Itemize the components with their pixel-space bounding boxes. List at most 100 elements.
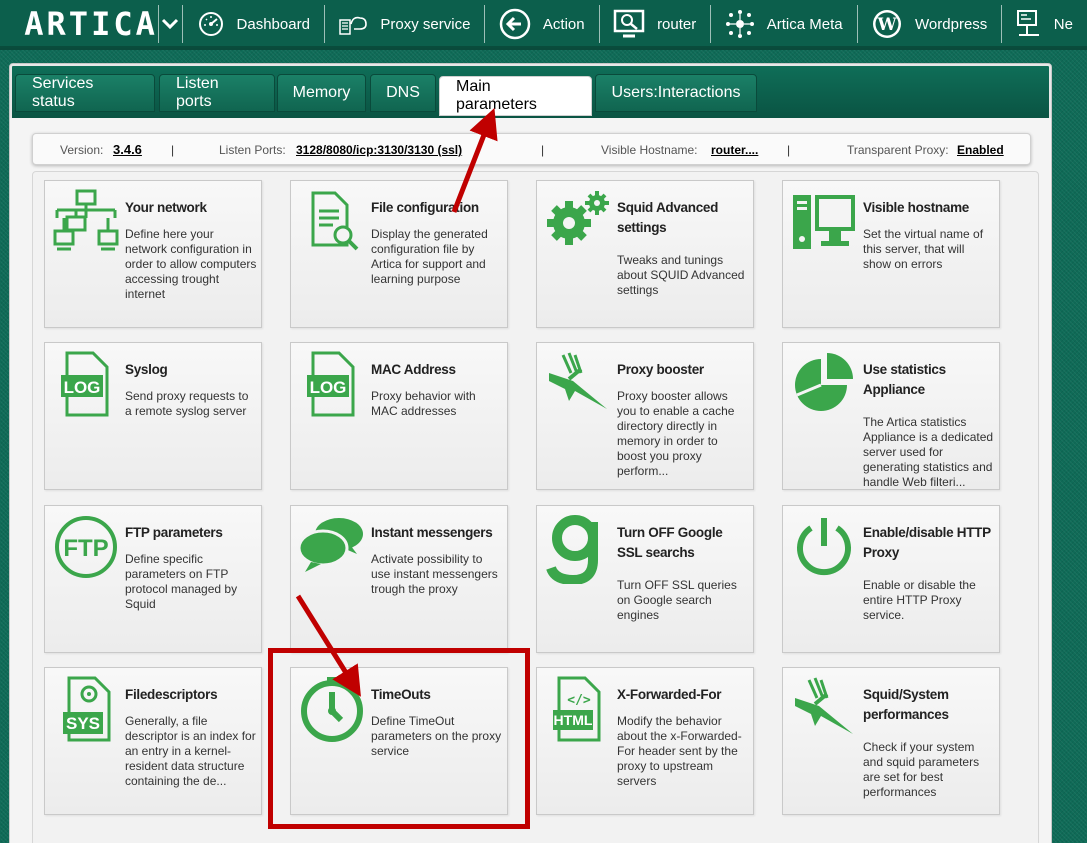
card-title: Turn OFF Google SSL searchs [617, 525, 723, 560]
nav-label: Wordpress [915, 15, 988, 33]
card-title: Syslog [125, 362, 168, 377]
card-timeouts[interactable]: TimeOuts Define TimeOut parameters on the… [290, 667, 508, 815]
card-turn-off-google-ssl-searchs[interactable]: Turn OFF Google SSL searchs Turn OFF SSL … [536, 505, 754, 653]
version-label: Version: [60, 143, 104, 157]
html-file-icon: </> HTML [545, 676, 611, 742]
tab-label: Memory [292, 84, 351, 101]
card-file-configuration[interactable]: File configuration Display the generated … [290, 180, 508, 328]
separator: | [787, 143, 791, 157]
back-arrow-icon [499, 8, 531, 40]
card-description: Proxy behavior with MAC addresses [371, 389, 476, 418]
card-title: X-Forwarded-For [617, 687, 722, 702]
network-topology-icon [53, 189, 119, 255]
card-title: Squid/System performances [863, 687, 949, 722]
card-title: File configuration [371, 200, 479, 215]
card-title: Proxy booster [617, 362, 704, 377]
card-instant-messengers[interactable]: Instant messengers Activate possibility t… [290, 505, 508, 653]
clock-icon [299, 676, 365, 742]
visible-hostname-label: Visible Hostname: [601, 143, 698, 157]
card-title: Squid Advanced settings [617, 200, 719, 235]
google-g-icon [545, 514, 611, 586]
card-filedescriptors[interactable]: SYS Filedescriptors Generally, a file desc… [44, 667, 262, 815]
separator: | [541, 143, 545, 157]
tab-main-parameters[interactable]: Main parameters [439, 76, 592, 116]
network-icon [1016, 9, 1042, 39]
transparent-proxy-label: Transparent Proxy: [847, 143, 949, 157]
svg-text:HTML: HTML [554, 712, 593, 728]
card-squid-advanced-settings[interactable]: Squid Advanced settings Tweaks and tuning… [536, 180, 754, 328]
computer-icon [791, 189, 857, 255]
visible-hostname-value[interactable]: router.... [711, 143, 758, 157]
card-squid-system-performances[interactable]: Squid/System performances Check if your s… [782, 667, 1000, 815]
nav-item-wordpress[interactable]: W Wordpress [857, 0, 1001, 48]
nav-item-artica-meta[interactable]: Artica Meta [711, 0, 857, 48]
log-file-icon: LOG [299, 351, 365, 417]
card-your-network[interactable]: Your network Define here your network con… [44, 180, 262, 328]
card-title: Enable/disable HTTP Proxy [863, 525, 991, 560]
chevron-down-icon[interactable] [158, 0, 182, 48]
card-mac-address[interactable]: LOG MAC Address Proxy behavior with MAC ad… [290, 342, 508, 490]
card-proxy-booster[interactable]: Proxy booster Proxy booster allows you to… [536, 342, 754, 490]
card-description: Check if your system and squid parameter… [863, 740, 980, 799]
tab-listen-ports[interactable]: Listen ports [159, 74, 275, 112]
card-description: Define TimeOut parameters on the proxy s… [371, 714, 502, 758]
card-description: Set the virtual name of this server, tha… [863, 227, 984, 271]
tab-services-status[interactable]: Services status [15, 74, 155, 112]
gears-icon [545, 189, 611, 255]
nav-label: router [657, 15, 697, 33]
card-title: Instant messengers [371, 525, 493, 540]
top-navigation: ⊓ARTICA Dashboard Proxy service Action r… [0, 0, 1087, 50]
card-enable-disable-http-proxy[interactable]: Enable/disable HTTP Proxy Enable or disab… [782, 505, 1000, 653]
card-use-statistics-appliance[interactable]: Use statistics Appliance The Artica stati… [782, 342, 1000, 490]
nav-item-network[interactable]: Ne [1002, 0, 1087, 48]
transparent-proxy-value[interactable]: Enabled [957, 143, 1004, 157]
card-title: Use statistics Appliance [863, 362, 946, 397]
svg-text:</>: </> [567, 693, 591, 708]
svg-text:LOG: LOG [310, 378, 347, 397]
nav-label: Artica Meta [766, 15, 843, 33]
sys-file-icon: SYS [53, 676, 119, 742]
card-ftp-parameters[interactable]: FTP FTP parameters Define specific paramet… [44, 505, 262, 653]
wordpress-icon: W [871, 8, 903, 40]
tab-memory[interactable]: Memory [277, 74, 366, 112]
proxy-service-icon [338, 12, 368, 36]
power-icon [791, 514, 857, 580]
listen-ports-value[interactable]: 3128/8080/icp:3130/3130 (ssl) [296, 143, 462, 157]
card-description: Tweaks and tunings about SQUID Advanced … [617, 253, 745, 297]
monitor-search-icon [613, 9, 645, 39]
nav-item-action[interactable]: Action [485, 0, 599, 48]
card-description: Activate possibility to use instant mess… [371, 552, 498, 596]
nav-label: Ne [1053, 15, 1073, 33]
tab-dns[interactable]: DNS [370, 74, 436, 112]
svg-text:LOG: LOG [64, 378, 101, 397]
logo-text: ARTICA [22, 5, 158, 43]
card-title: Your network [125, 200, 207, 215]
status-info-bar: Version: 3.4.6 | Listen Ports: 3128/8080… [32, 133, 1031, 165]
dashboard-gauge-icon [197, 10, 225, 38]
card-title: Filedescriptors [125, 687, 218, 702]
chat-bubbles-icon [297, 514, 365, 580]
tab-label: Main parameters [456, 78, 537, 113]
card-syslog[interactable]: LOG Syslog Send proxy requests to a remote… [44, 342, 262, 490]
card-x-forwarded-for[interactable]: </> HTML X-Forwarded-For Modify the behavio… [536, 667, 754, 815]
tab-users-interactions[interactable]: Users:Interactions [595, 74, 757, 112]
nav-item-router[interactable]: router [599, 0, 710, 48]
card-visible-hostname[interactable]: Visible hostname Set the virtual name of … [782, 180, 1000, 328]
tab-label: Services status [32, 75, 94, 110]
card-title: MAC Address [371, 362, 456, 377]
card-description: Turn OFF SSL queries on Google search en… [617, 578, 737, 622]
card-title: Visible hostname [863, 200, 969, 215]
card-description: Define here your network configuration i… [125, 227, 257, 301]
nav-item-proxy-service[interactable]: Proxy service [324, 0, 484, 48]
nav-item-dashboard[interactable]: Dashboard [183, 0, 324, 48]
ftp-icon: FTP [53, 514, 119, 580]
tab-label: Listen ports [176, 75, 219, 110]
artica-logo[interactable]: ⊓ARTICA [0, 0, 158, 48]
tab-label: Users:Interactions [611, 84, 741, 101]
svg-text:SYS: SYS [66, 714, 100, 733]
version-value[interactable]: 3.4.6 [113, 142, 142, 157]
card-description: Proxy booster allows you to enable a cac… [617, 389, 735, 478]
tab-label: DNS [386, 84, 420, 101]
log-file-icon: LOG [53, 351, 119, 417]
nav-label: Action [542, 15, 585, 33]
